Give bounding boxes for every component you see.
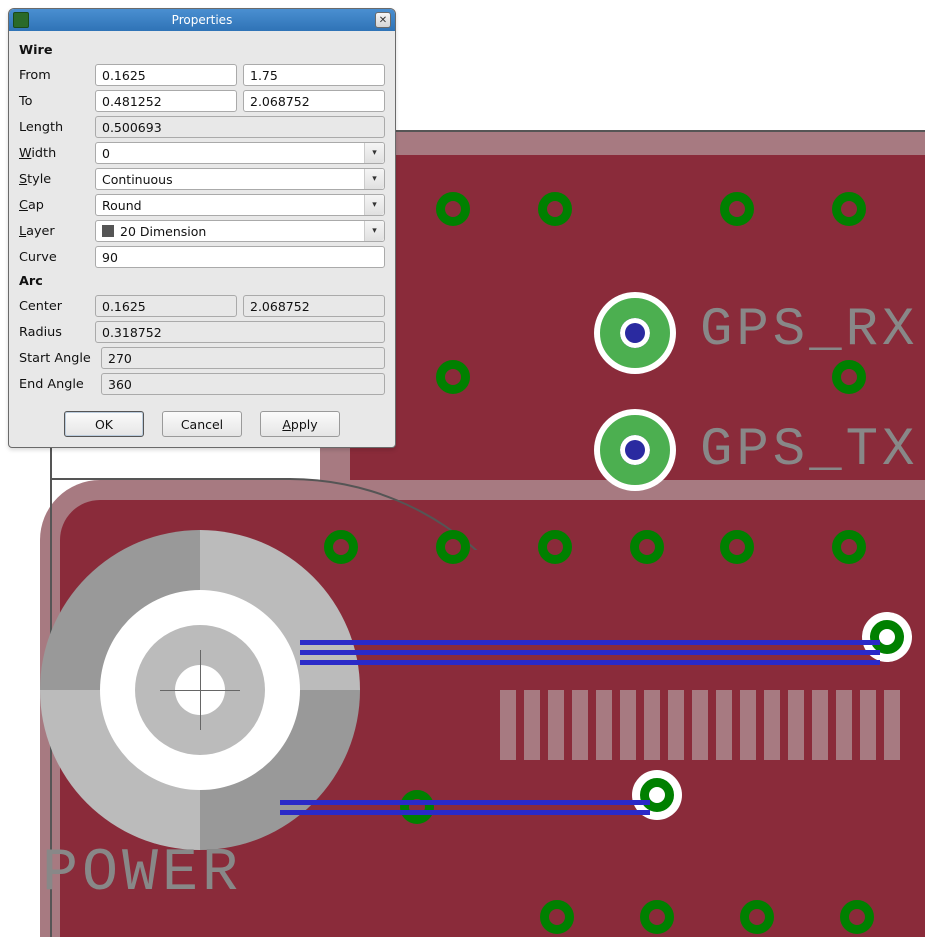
silk-text-power: POWER (42, 840, 242, 908)
label-style: Style (19, 172, 89, 187)
ok-button[interactable]: OK (64, 411, 144, 437)
label-cap: Cap (19, 198, 89, 213)
via (400, 790, 434, 824)
properties-dialog: Properties ✕ Wire From 0.1625 1.75 To 0.… (8, 8, 396, 448)
via (870, 620, 904, 654)
via (538, 530, 572, 564)
via (540, 900, 574, 934)
pad (600, 298, 670, 368)
footprint-comb (500, 690, 920, 780)
combo-style[interactable]: Continuous▾ (95, 168, 385, 190)
input-from-x[interactable]: 0.1625 (95, 64, 237, 86)
combo-layer[interactable]: 20 Dimension ▾ (95, 220, 385, 242)
trace (300, 660, 880, 665)
combo-width[interactable]: 0▾ (95, 142, 385, 164)
input-from-y[interactable]: 1.75 (243, 64, 385, 86)
layer-swatch-icon (102, 225, 114, 237)
via (538, 192, 572, 226)
input-length: 0.500693 (95, 116, 385, 138)
combo-cap[interactable]: Round▾ (95, 194, 385, 216)
label-length: Length (19, 120, 89, 135)
app-icon (13, 12, 29, 28)
title-bar[interactable]: Properties ✕ (9, 9, 395, 31)
label-width: Width (19, 146, 89, 161)
via (740, 900, 774, 934)
input-center-x: 0.1625 (95, 295, 237, 317)
silk-text-gps-rx: GPS_RX (700, 300, 918, 361)
trace (300, 640, 880, 645)
chevron-down-icon[interactable]: ▾ (364, 195, 384, 215)
input-start-angle: 270 (101, 347, 385, 369)
input-to-y[interactable]: 2.068752 (243, 90, 385, 112)
window-title: Properties (172, 13, 233, 27)
input-center-y: 2.068752 (243, 295, 385, 317)
silk-text-gps-tx: GPS_TX (700, 420, 918, 481)
label-curve: Curve (19, 250, 89, 265)
trace (280, 810, 650, 815)
label-radius: Radius (19, 325, 89, 340)
input-end-angle: 360 (101, 373, 385, 395)
input-to-x[interactable]: 0.481252 (95, 90, 237, 112)
via (720, 530, 754, 564)
trace (280, 800, 650, 805)
via (436, 360, 470, 394)
cancel-button[interactable]: Cancel (162, 411, 242, 437)
label-center: Center (19, 299, 89, 314)
close-button[interactable]: ✕ (375, 12, 391, 28)
pad (600, 415, 670, 485)
close-icon: ✕ (379, 15, 387, 26)
via (720, 192, 754, 226)
label-end-angle: End Angle (19, 377, 95, 392)
section-wire: Wire (19, 43, 385, 58)
via (640, 778, 674, 812)
via (324, 530, 358, 564)
chevron-down-icon[interactable]: ▾ (364, 169, 384, 189)
via (840, 900, 874, 934)
label-from: From (19, 68, 89, 83)
section-arc: Arc (19, 274, 385, 289)
label-layer: Layer (19, 224, 89, 239)
chevron-down-icon[interactable]: ▾ (364, 143, 384, 163)
via (436, 192, 470, 226)
via (832, 530, 866, 564)
trace (300, 650, 880, 655)
via (832, 360, 866, 394)
label-start-angle: Start Angle (19, 351, 95, 366)
label-to: To (19, 94, 89, 109)
via (832, 192, 866, 226)
via (640, 900, 674, 934)
input-curve[interactable]: 90 (95, 246, 385, 268)
via (630, 530, 664, 564)
via (436, 530, 470, 564)
input-radius: 0.318752 (95, 321, 385, 343)
chevron-down-icon[interactable]: ▾ (364, 221, 384, 241)
apply-button[interactable]: Apply (260, 411, 340, 437)
